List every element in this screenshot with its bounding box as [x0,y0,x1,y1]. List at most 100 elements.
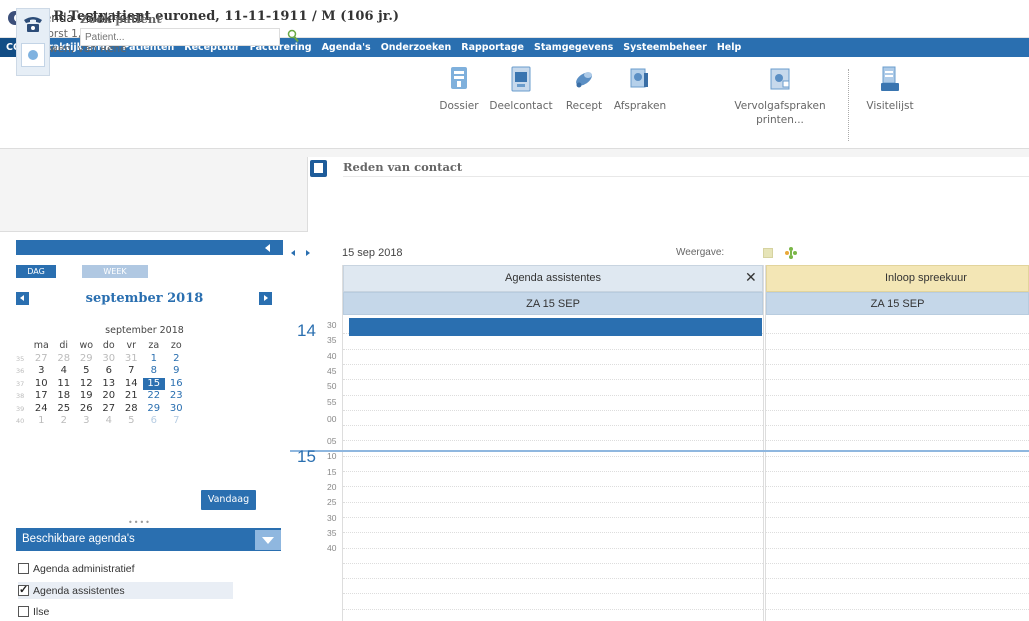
menu-rapportage[interactable]: Rapportage [456,38,529,57]
resize-handle[interactable]: •••• [128,518,151,527]
chevron-down-icon[interactable] [255,530,281,550]
calendar-day[interactable]: 3 [30,365,53,377]
contact-type-tab[interactable] [16,8,50,76]
calendar-day[interactable]: 31 [120,353,143,365]
next-day-icon[interactable] [306,250,310,256]
calendar-day[interactable]: 30 [98,353,121,365]
calendar-day[interactable]: 25 [53,403,76,415]
week-view-button[interactable]: WEEK [82,265,148,278]
agenda-slots[interactable] [766,315,1029,621]
weekday-label: ma [33,340,49,352]
calendar-day[interactable]: 8 [143,365,166,377]
calendar-day[interactable]: 22 [143,390,166,402]
calendar-day[interactable]: 20 [98,390,121,402]
calendar-day[interactable]: 2 [53,415,76,427]
minute-label: 55 [327,396,337,407]
calendar-day[interactable]: 4 [53,365,76,377]
dossier-button[interactable]: Dossier [436,65,482,113]
calendar-day[interactable]: 9 [165,365,188,377]
calendar-day[interactable]: 24 [30,403,53,415]
visitelijst-button[interactable]: Visitelijst [860,65,920,113]
vervolgafspraken-button[interactable]: Vervolgafspraken printen... [730,65,830,127]
search-icon[interactable] [287,29,299,43]
calendar-day[interactable]: 28 [120,403,143,415]
slot-line [766,532,1029,534]
agenda-checkbox[interactable]: ✓ [18,585,29,596]
agenda-item[interactable]: ✓ Agenda assistentes [18,582,233,599]
week-number: 35 [16,354,25,363]
view-add-icon[interactable] [784,246,798,260]
collapse-arrow-icon[interactable] [265,244,270,252]
minute-label: 35 [327,335,337,346]
calendar-day[interactable]: 6 [143,415,166,427]
calendar-day[interactable]: 7 [120,365,143,377]
calendar-day[interactable]: 1 [143,353,166,365]
agenda-checkbox[interactable] [18,563,29,574]
calendar-day[interactable]: 27 [98,403,121,415]
selected-slot[interactable] [349,318,762,336]
agenda-item[interactable]: Ilse [18,603,218,620]
slot-line [766,608,1029,610]
agenda-item[interactable]: Agenda administratief [18,560,218,577]
menu-help[interactable]: Help [712,38,746,57]
close-icon[interactable]: ✕ [745,270,757,286]
prev-month-button[interactable] [16,292,29,305]
phone-icon[interactable] [22,15,44,33]
calendar-day[interactable]: 14 [120,378,143,390]
calendar-day[interactable]: 3 [75,415,98,427]
calendar-day[interactable]: 15 [142,377,165,390]
menu-onderzoeken[interactable]: Onderzoeken [376,38,457,57]
visitelijst-label: Visitelijst [866,100,914,112]
calendar-day[interactable]: 5 [120,415,143,427]
calendar-day[interactable]: 23 [165,390,188,402]
left-panel-header [16,240,283,255]
agenda-column-title: Agenda assistentes [504,272,601,284]
calendar-day[interactable]: 1 [30,415,53,427]
weekday-label: wo [79,340,94,352]
calendar-day[interactable]: 27 [30,353,53,365]
calendar-day[interactable]: 6 [98,365,121,377]
prev-day-icon[interactable] [291,250,295,256]
view-grid-icon[interactable] [763,248,773,258]
calendar-day[interactable]: 2 [165,353,188,365]
calendar-day[interactable]: 17 [30,390,53,402]
calendar-day[interactable]: 4 [98,415,121,427]
next-month-button[interactable] [259,292,272,305]
calendar-day[interactable]: 26 [75,403,98,415]
calendar-day[interactable]: 13 [98,378,121,390]
today-button[interactable]: Vandaag [201,490,256,510]
calendar-day[interactable]: 21 [120,390,143,402]
calendar-day[interactable]: 18 [53,390,76,402]
week-row: 40 1 2 3 4 5 6 7 [16,415,282,428]
view-label: Weergave: [676,247,725,258]
agenda-checkbox[interactable] [18,606,29,617]
agenda-slots[interactable] [343,315,763,621]
search-input[interactable] [80,28,280,46]
calendar-day[interactable]: 12 [75,378,98,390]
minute-label: 50 [327,381,337,392]
contact-type-icon[interactable] [21,43,45,67]
afspraken-button[interactable]: Afspraken [610,65,670,113]
calendar-day[interactable]: 19 [75,390,98,402]
patient-name[interactable]: Dhr. R Testpatient euroned, 11-11-1911 /… [18,9,399,24]
dossier-icon [448,65,470,95]
calendar-day[interactable]: 29 [75,353,98,365]
calendar-day[interactable]: 28 [53,353,76,365]
calendar-day[interactable]: 5 [75,365,98,377]
calendar-day[interactable]: 30 [165,403,188,415]
calendar-day[interactable]: 7 [165,415,188,427]
day-view-button[interactable]: DAG [16,265,56,278]
recept-label: Recept [565,100,603,112]
calendar-day[interactable]: 10 [30,378,53,390]
deelcontact-button[interactable]: Deelcontact [485,65,557,113]
calendar-day[interactable]: 29 [143,403,166,415]
slot-line [766,409,1029,411]
calendar-day[interactable]: 11 [53,378,76,390]
menu-stamgegevens[interactable]: Stamgegevens [529,38,618,57]
hour-divider [290,450,1029,452]
menu-agendas[interactable]: Agenda's [317,38,376,57]
menu-systeembeheer[interactable]: Systeembeheer [618,38,712,57]
recept-button[interactable]: Recept [560,65,608,113]
calendar-day[interactable]: 16 [165,378,188,390]
week-number: 40 [16,417,25,426]
